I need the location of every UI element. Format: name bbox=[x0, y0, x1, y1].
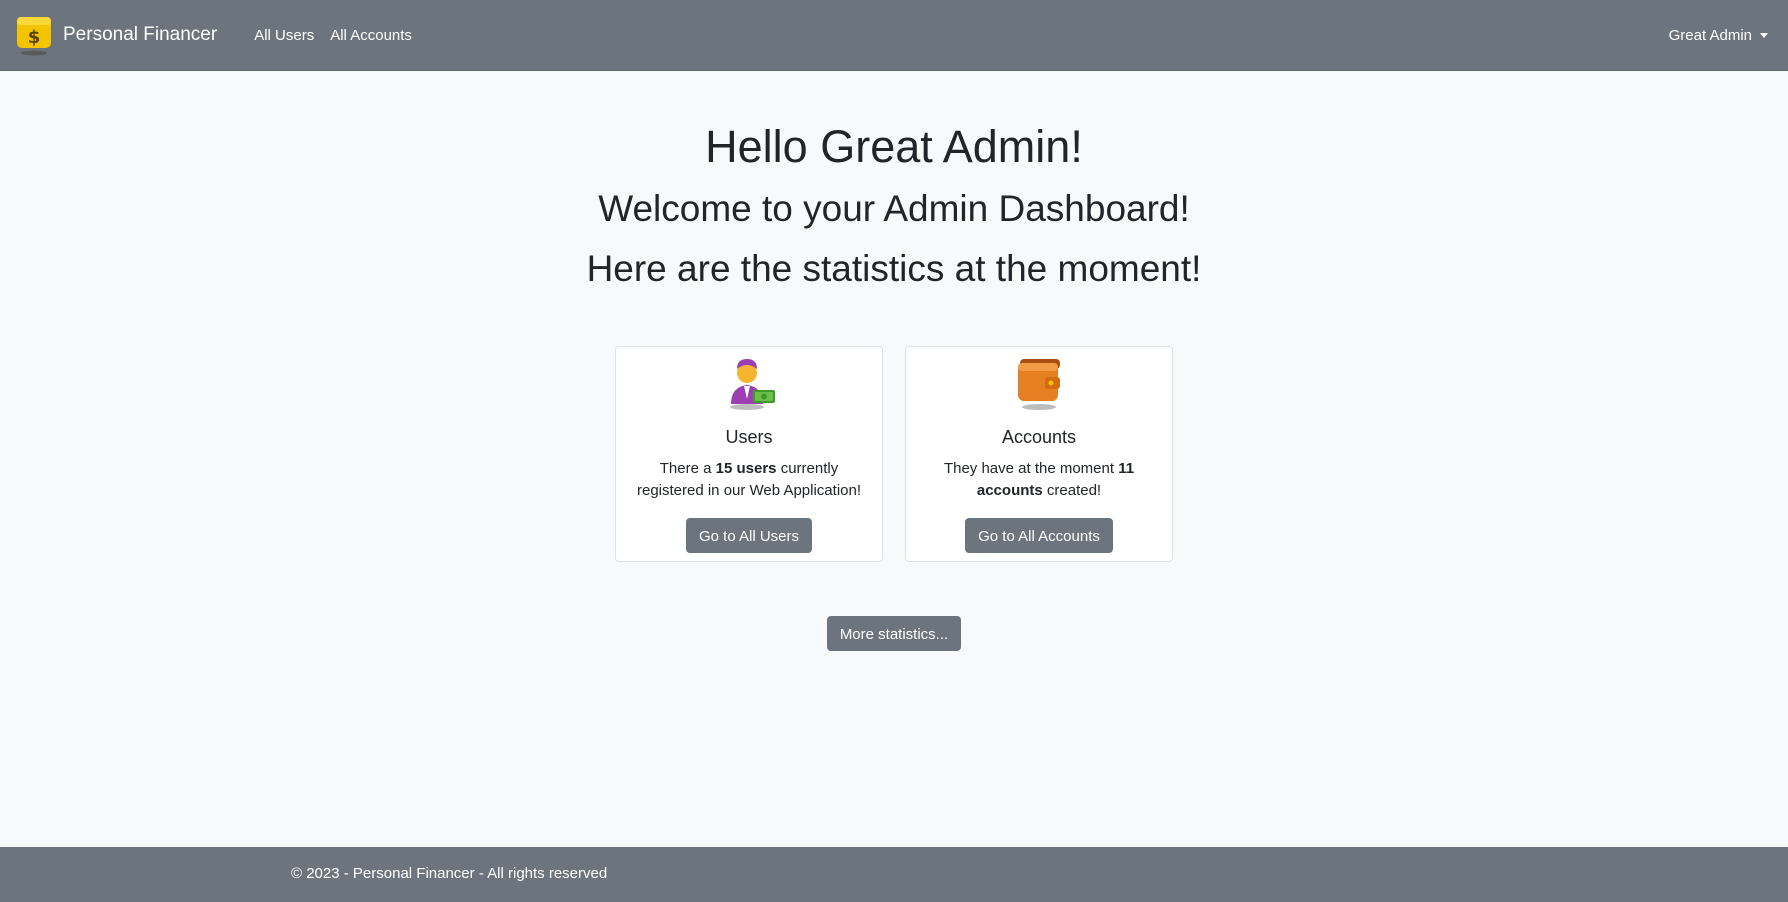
footer-copyright: © 2023 - Personal Financer - All rights … bbox=[291, 865, 608, 882]
top-navbar: $ Personal Financer All Users All Accoun… bbox=[0, 0, 1788, 71]
users-card-text: There a 15 users currently registered in… bbox=[634, 458, 864, 502]
nav-link-all-accounts[interactable]: All Accounts bbox=[330, 27, 412, 44]
accounts-text-after: created! bbox=[1042, 482, 1102, 499]
svg-text:$: $ bbox=[28, 27, 41, 48]
users-card-title: Users bbox=[725, 427, 773, 447]
accounts-card: Accounts They have at the moment 11 acco… bbox=[905, 346, 1173, 562]
accounts-text-before: They have at the moment bbox=[943, 460, 1119, 477]
users-text-before: There a bbox=[659, 460, 716, 477]
brand-link[interactable]: $ Personal Financer bbox=[15, 13, 217, 57]
hero-section: Hello Great Admin! Welcome to your Admin… bbox=[0, 118, 1788, 293]
statistics-heading: Here are the statistics at the moment! bbox=[586, 248, 1202, 289]
users-card: Users There a 15 users currently registe… bbox=[615, 346, 883, 562]
more-statistics-wrapper: More statistics... bbox=[0, 616, 1788, 651]
greeting-heading: Hello Great Admin! bbox=[705, 121, 1083, 172]
nav-link-all-users[interactable]: All Users bbox=[254, 27, 314, 44]
welcome-heading: Welcome to your Admin Dashboard! bbox=[598, 188, 1190, 229]
user-name: Great Admin bbox=[1668, 26, 1752, 44]
nav-links: All Users All Accounts bbox=[254, 27, 428, 44]
more-statistics-button[interactable]: More statistics... bbox=[826, 616, 962, 651]
users-count: 15 users bbox=[715, 460, 777, 477]
accounts-card-title: Accounts bbox=[1001, 427, 1077, 447]
user-menu-dropdown[interactable]: Great Admin bbox=[1669, 27, 1768, 44]
footer: © 2023 - Personal Financer - All rights … bbox=[0, 847, 1788, 902]
dollar-wallet-logo-icon: $ bbox=[15, 13, 53, 57]
caret-down-icon bbox=[1760, 32, 1768, 38]
go-to-all-users-button[interactable]: Go to All Users bbox=[685, 518, 813, 553]
go-to-all-accounts-button[interactable]: Go to All Accounts bbox=[965, 518, 1113, 553]
wallet-icon bbox=[1009, 351, 1069, 411]
brand-name: Personal Financer bbox=[63, 24, 218, 45]
accounts-card-text: They have at the moment 11 accounts crea… bbox=[924, 458, 1154, 502]
user-money-icon bbox=[719, 351, 779, 411]
